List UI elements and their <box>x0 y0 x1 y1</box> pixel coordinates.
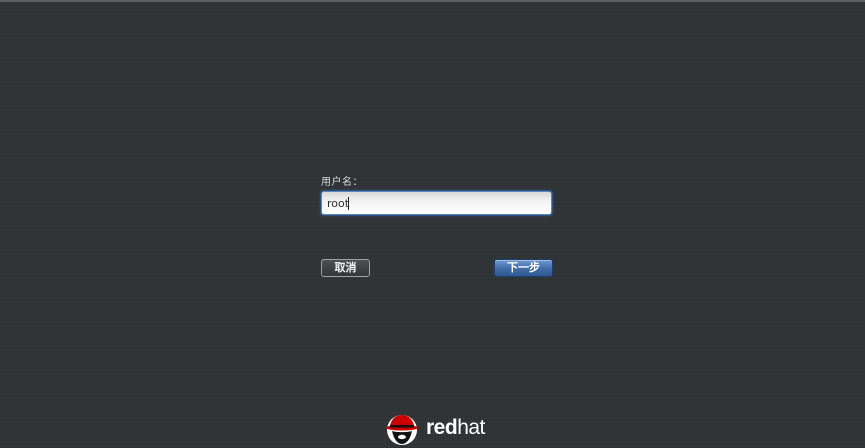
username-input[interactable] <box>322 192 551 214</box>
text-caret <box>348 197 349 210</box>
redhat-wordmark: redhat <box>426 416 485 440</box>
login-form: 用户名： 取消 下一步 <box>321 172 553 282</box>
username-field[interactable] <box>321 191 552 215</box>
username-label: 用户名： <box>321 177 363 188</box>
top-panel-edge <box>0 0 865 2</box>
cancel-button[interactable]: 取消 <box>321 259 370 277</box>
wordmark-hat: hat <box>457 416 485 439</box>
wordmark-red: red <box>426 416 458 439</box>
next-button[interactable]: 下一步 <box>494 259 553 277</box>
redhat-brand: redhat <box>384 411 494 447</box>
redhat-shadowman-icon <box>385 415 419 445</box>
